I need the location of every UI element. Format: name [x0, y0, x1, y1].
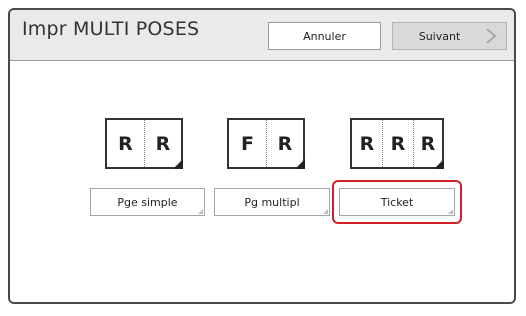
ticket-button[interactable]: Ticket: [339, 188, 455, 216]
option-label: Ticket: [380, 195, 414, 209]
three-panel-ticket-icon: R R R: [350, 118, 444, 169]
two-panel-front-back-icon: F R: [227, 118, 305, 169]
pg-multipl-button[interactable]: Pg multipl: [214, 188, 330, 216]
next-button[interactable]: Suivant: [392, 22, 507, 50]
dialog-header: Impr MULTI POSES Annuler Suivant: [10, 10, 514, 61]
icon-letter: F: [241, 132, 254, 155]
option-label: Pge simple: [117, 195, 178, 209]
icon-letter: R: [359, 132, 375, 155]
option-label: Pg multipl: [244, 195, 300, 209]
next-button-label: Suivant: [418, 29, 461, 43]
page-title: Impr MULTI POSES: [22, 18, 200, 40]
icon-letter: R: [118, 132, 133, 155]
cancel-button[interactable]: Annuler: [268, 22, 381, 50]
icon-letter: R: [390, 132, 406, 155]
chevron-right-icon: [486, 28, 497, 44]
options-area: R R Pge simple F R Pg multipl R R R Tick…: [10, 61, 514, 302]
pge-simple-button[interactable]: Pge simple: [90, 188, 205, 216]
multi-poses-dialog: Impr MULTI POSES Annuler Suivant R R Pge…: [8, 8, 516, 304]
two-panel-same-icon: R R: [105, 118, 183, 169]
